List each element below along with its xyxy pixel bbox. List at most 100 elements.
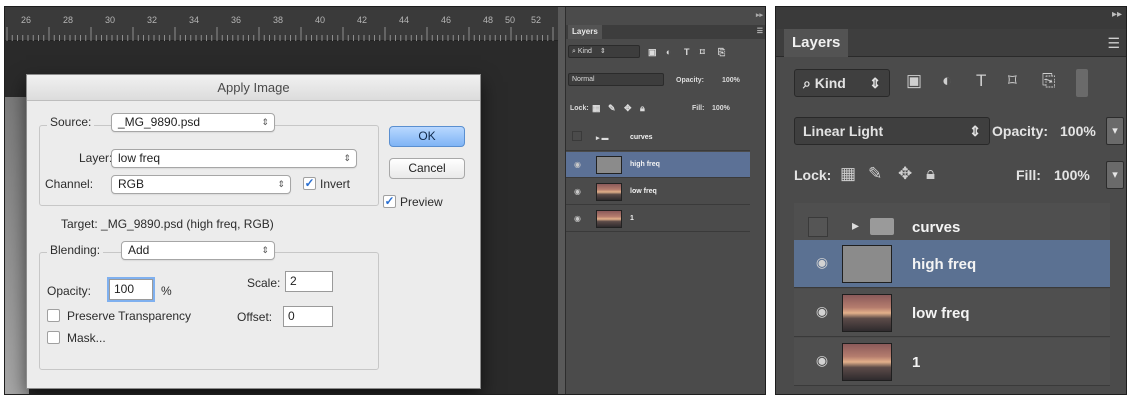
panel-tab-bar: Layers ☰ (776, 29, 1126, 57)
lock-label: Lock: (570, 105, 589, 112)
ruler-label: 40 (315, 15, 326, 25)
fill-dropdown-arrow[interactable]: ▾ (1106, 161, 1124, 189)
tab-layers[interactable]: Layers (784, 29, 849, 57)
blending-label: Blending: (47, 243, 104, 257)
layer-thumbnail (842, 294, 892, 332)
blending-select[interactable]: Add ⇕ (121, 241, 275, 260)
opacity-input[interactable]: 100 (109, 279, 153, 300)
lock-transparent-icon[interactable]: ▦ (592, 103, 601, 114)
blend-mode-select[interactable]: Normal (568, 73, 664, 86)
panel-collapse-icon[interactable]: ▸▸ (756, 11, 763, 19)
kind-filter-select[interactable]: ⌕ Kind ⇕ (794, 69, 890, 97)
layer-row[interactable]: ◉ low freq (566, 179, 750, 205)
panel-menu-icon[interactable]: ☰ (757, 27, 763, 35)
opacity-label: Opacity: (992, 123, 1049, 139)
visibility-box[interactable] (572, 131, 582, 141)
visibility-box[interactable] (808, 217, 828, 237)
tab-layers[interactable]: Layers (568, 25, 602, 39)
photoshop-workspace-screenshot: 26 28 30 32 34 36 38 40 42 44 46 48 50 5… (4, 6, 766, 395)
opacity-label: Opacity: (676, 77, 705, 84)
ruler-label: 48 (483, 15, 494, 25)
expand-triangle-icon[interactable]: ▸ (852, 217, 859, 234)
layer-row[interactable]: ◉ low freq (794, 289, 1110, 337)
ruler-label: 26 (21, 15, 32, 25)
layer-row[interactable]: ◉ high freq (566, 152, 750, 178)
eye-icon[interactable]: ◉ (574, 214, 581, 223)
stepper-arrows-icon: ⇕ (599, 48, 606, 55)
opacity-value[interactable]: 100% (1060, 123, 1096, 139)
lock-transparent-icon[interactable]: ▦ (840, 164, 856, 184)
lock-move-icon[interactable]: ✥ (898, 164, 912, 184)
source-label: Source: (47, 115, 95, 129)
lock-all-icon[interactable]: 🔒︎ (640, 103, 645, 114)
layer-name: 1 (630, 215, 634, 222)
layer-name: low freq (630, 188, 657, 195)
eye-icon[interactable]: ◉ (812, 303, 832, 323)
opacity-unit: % (161, 284, 172, 298)
lock-all-icon[interactable]: 🔒︎ (926, 164, 935, 184)
mask-checkbox[interactable] (47, 331, 60, 344)
horizontal-ruler: 26 28 30 32 34 36 38 40 42 44 46 48 50 5… (5, 7, 558, 41)
channel-select[interactable]: RGB ⇕ (111, 175, 291, 194)
filter-type-icon[interactable]: T (976, 71, 986, 91)
ruler-label: 44 (399, 15, 410, 25)
layers-panel-large: ▸▸ Layers ☰ ⌕ Kind ⇕ ▣ ◐ T ⌑ ⎘ Linear Lig… (775, 6, 1127, 395)
mask-label: Mask... (67, 331, 106, 345)
folder-icon (870, 218, 894, 235)
layer-row[interactable]: ◉ high freq (794, 240, 1110, 288)
filter-shape-icon[interactable]: ⌑ (700, 47, 705, 58)
filter-adjustment-icon[interactable]: ◐ (666, 47, 671, 57)
eye-icon[interactable]: ◉ (574, 187, 581, 196)
layer-name: high freq (912, 256, 977, 273)
lock-paint-icon[interactable]: ✎ (868, 164, 882, 184)
ruler-label: 50 (505, 15, 516, 25)
ruler-label: 52 (531, 15, 542, 25)
layer-name: curves (630, 134, 653, 141)
layers-panel-small: Layers ▸▸ ☰ ⌕ Kind ⇕ ▣ ◐ T ⌑ ⎘ Normal Opa… (565, 7, 765, 394)
scale-input[interactable]: 2 (285, 271, 333, 292)
preserve-transparency-checkbox[interactable] (47, 309, 60, 322)
filter-pixel-icon[interactable]: ▣ (906, 71, 922, 91)
invert-label: Invert (320, 177, 351, 191)
eye-icon[interactable]: ◉ (812, 254, 832, 274)
source-select[interactable]: _MG_9890.psd ⇕ (111, 113, 275, 132)
opacity-value[interactable]: 100% (722, 77, 740, 84)
stepper-arrows-icon: ⇕ (261, 117, 269, 127)
kind-filter-select[interactable]: ⌕ Kind ⇕ (568, 45, 640, 58)
opacity-dropdown-arrow[interactable]: ▾ (1106, 117, 1124, 145)
invert-checkbox[interactable]: ✓ (303, 177, 316, 190)
fill-value[interactable]: 100% (1054, 167, 1090, 183)
filter-type-icon[interactable]: T (684, 47, 690, 57)
eye-icon[interactable]: ◉ (812, 352, 832, 372)
ruler-label: 46 (441, 15, 452, 25)
filter-pixel-icon[interactable]: ▣ (648, 47, 657, 58)
lock-paint-icon[interactable]: ✎ (608, 103, 616, 114)
scale-label: Scale: (247, 276, 281, 290)
filter-smart-object-icon[interactable]: ⎘ (718, 47, 725, 58)
layer-row[interactable]: ▸ ▬ curves (566, 125, 750, 151)
layer-row[interactable]: ◉ 1 (566, 206, 750, 232)
ok-button[interactable]: OK (389, 126, 465, 147)
folder-icon: ▸ ▬ (596, 135, 609, 142)
preview-checkbox[interactable]: ✓ (383, 195, 396, 208)
target-text: Target: _MG_9890.psd (high freq, RGB) (61, 217, 274, 231)
lock-move-icon[interactable]: ✥ (624, 103, 632, 114)
layer-select[interactable]: low freq ⇕ (111, 149, 357, 168)
cancel-button[interactable]: Cancel (389, 158, 465, 179)
filter-toggle-switch[interactable] (1076, 69, 1088, 97)
fill-value[interactable]: 100% (712, 105, 730, 112)
filter-shape-icon[interactable]: ⌑ (1008, 71, 1017, 91)
panel-menu-icon[interactable]: ☰ (1107, 35, 1120, 52)
ruler-label: 42 (357, 15, 368, 25)
blend-mode-select[interactable]: Linear Light ⇕ (794, 117, 990, 145)
eye-icon[interactable]: ◉ (574, 160, 581, 169)
ruler-label: 32 (147, 15, 158, 25)
layer-name: low freq (912, 305, 970, 322)
filter-smart-object-icon[interactable]: ⎘ (1042, 71, 1056, 91)
layer-thumbnail (596, 210, 622, 228)
offset-input[interactable]: 0 (283, 306, 333, 327)
layer-thumbnail (842, 245, 892, 283)
panel-collapse-icon[interactable]: ▸▸ (1112, 9, 1122, 20)
layer-row[interactable]: ◉ 1 (794, 338, 1110, 386)
filter-adjustment-icon[interactable]: ◐ (942, 71, 952, 91)
